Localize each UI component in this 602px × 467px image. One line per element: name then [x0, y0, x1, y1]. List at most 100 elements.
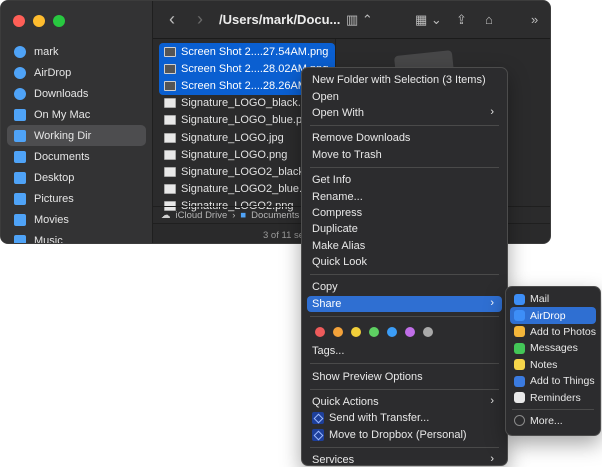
menu-send-with-transfer[interactable]: Send with Transfer...	[307, 410, 502, 426]
sidebar-item-music[interactable]: Music	[7, 230, 146, 243]
back-chevron-icon[interactable]: ‹	[169, 9, 175, 30]
menu-label: Move to Dropbox (Personal)	[329, 428, 467, 441]
share-item-mail[interactable]: Mail	[510, 291, 596, 307]
image-file-icon	[164, 46, 176, 57]
submenu-chevron-icon: ›	[490, 296, 494, 309]
context-menu: New Folder with Selection (3 Items) Open…	[301, 67, 508, 466]
tag-color-dot[interactable]	[351, 327, 361, 338]
sidebar-item-working-dir[interactable]: Working Dir	[7, 125, 146, 146]
menu-tags[interactable]: Tags...	[307, 343, 502, 359]
share-item-more[interactable]: More...	[510, 413, 596, 429]
sidebar-item-desktop[interactable]: Desktop	[7, 167, 146, 188]
share-item-add-to-things[interactable]: Add to Things	[510, 373, 596, 389]
image-file-icon	[164, 149, 176, 160]
airdrop-icon	[14, 66, 26, 79]
documents-icon	[14, 150, 26, 163]
menu-separator	[310, 166, 499, 168]
folder-icon: ■	[240, 209, 247, 221]
menu-label: Send with Transfer...	[329, 412, 430, 425]
menu-remove-downloads[interactable]: Remove Downloads	[307, 130, 502, 146]
more-icon	[514, 415, 525, 427]
folder-icon	[14, 129, 26, 142]
sidebar-item-label: Pictures	[34, 192, 74, 205]
cloud-icon: ☁	[161, 209, 171, 221]
path-separator: ›	[232, 209, 236, 221]
menu-label: Share	[312, 297, 342, 310]
share-item-reminders[interactable]: Reminders	[510, 389, 596, 405]
menu-separator	[310, 316, 499, 318]
window-controls	[13, 15, 65, 27]
menu-duplicate[interactable]: Duplicate	[307, 221, 502, 237]
photos-icon	[514, 326, 525, 338]
share-item-label: Add to Things	[530, 375, 595, 388]
menu-share[interactable]: Share ›	[307, 295, 502, 313]
sidebar-item-label: AirDrop	[34, 66, 72, 79]
image-file-icon	[164, 63, 176, 74]
tag-color-dot[interactable]	[369, 327, 379, 338]
menu-open-with[interactable]: Open With ›	[307, 105, 502, 121]
movies-icon	[14, 213, 26, 226]
menu-separator	[310, 363, 499, 365]
submenu-chevron-icon: ›	[490, 394, 494, 407]
file-row[interactable]: Screen Shot 2....27.54AM.png	[159, 43, 335, 61]
menu-open[interactable]: Open	[307, 88, 502, 104]
tag-color-dot[interactable]	[333, 327, 343, 338]
minimize-button[interactable]	[33, 15, 45, 27]
menu-get-info[interactable]: Get Info	[307, 172, 502, 188]
sidebar-item-label: Working Dir	[34, 129, 92, 142]
menu-label: Duplicate	[312, 223, 358, 236]
file-name: Signature_LOGO.png	[181, 148, 288, 161]
sidebar-item-airdrop[interactable]: AirDrop	[7, 62, 146, 83]
column-view-icon[interactable]: ▥ ⌃	[346, 12, 373, 28]
share-item-label: More...	[530, 414, 563, 427]
path-folder[interactable]: Documents	[251, 210, 299, 221]
path-root[interactable]: iCloud Drive	[176, 210, 228, 221]
overflow-icon[interactable]: »	[531, 12, 538, 27]
menu-quick-actions[interactable]: Quick Actions ›	[307, 394, 502, 410]
tag-icon[interactable]: ⌂	[485, 12, 493, 27]
file-name: Signature_LOGO2_blue.png	[181, 183, 321, 196]
close-button[interactable]	[13, 15, 25, 27]
tag-color-dot[interactable]	[423, 327, 433, 338]
menu-show-preview-options[interactable]: Show Preview Options	[307, 368, 502, 384]
share-item-airdrop[interactable]: AirDrop	[510, 307, 596, 324]
tag-color-dot[interactable]	[315, 327, 325, 338]
menu-label: Copy	[312, 281, 338, 294]
sidebar-item-downloads[interactable]: Downloads	[7, 83, 146, 104]
sidebar-item-on-my-mac[interactable]: On My Mac	[7, 104, 146, 125]
share-icon[interactable]: ⇪	[456, 12, 467, 28]
forward-chevron-icon[interactable]: ›	[197, 9, 203, 30]
share-item-messages[interactable]: Messages	[510, 340, 596, 356]
image-file-icon	[164, 80, 176, 91]
share-item-notes[interactable]: Notes	[510, 357, 596, 373]
menu-new-folder-with-selection[interactable]: New Folder with Selection (3 Items)	[307, 72, 502, 88]
menu-copy[interactable]: Copy	[307, 279, 502, 295]
sidebar-item-documents[interactable]: Documents	[7, 146, 146, 167]
sidebar-item-movies[interactable]: Movies	[7, 209, 146, 230]
share-item-add-to-photos[interactable]: Add to Photos	[510, 324, 596, 340]
sidebar-item-mark[interactable]: mark	[7, 41, 146, 62]
menu-move-to-trash[interactable]: Move to Trash	[307, 147, 502, 163]
airdrop-icon	[514, 310, 525, 322]
menu-move-to-dropbox[interactable]: Move to Dropbox (Personal)	[307, 427, 502, 443]
tag-color-dot[interactable]	[405, 327, 415, 338]
file-name: Screen Shot 2....27.54AM.png	[181, 45, 329, 58]
zoom-button[interactable]	[53, 15, 65, 27]
things-icon	[514, 375, 525, 387]
image-file-icon	[164, 166, 176, 177]
menu-label: Tags...	[312, 345, 345, 358]
menu-label: Compress	[312, 206, 363, 219]
menu-rename[interactable]: Rename...	[307, 188, 502, 204]
menu-quick-look[interactable]: Quick Look	[307, 254, 502, 270]
tag-color-dot[interactable]	[387, 327, 397, 338]
menu-label: Show Preview Options	[312, 370, 423, 383]
file-name: Signature_LOGO_black.png	[181, 97, 320, 110]
menu-make-alias[interactable]: Make Alias	[307, 238, 502, 254]
group-icon[interactable]: ▦ ⌄	[415, 12, 442, 28]
sidebar-item-pictures[interactable]: Pictures	[7, 188, 146, 209]
share-item-label: Mail	[530, 293, 550, 306]
menu-services[interactable]: Services ›	[307, 452, 502, 467]
menu-compress[interactable]: Compress	[307, 205, 502, 221]
menu-label: Open With	[312, 106, 364, 119]
menu-separator	[310, 125, 499, 127]
